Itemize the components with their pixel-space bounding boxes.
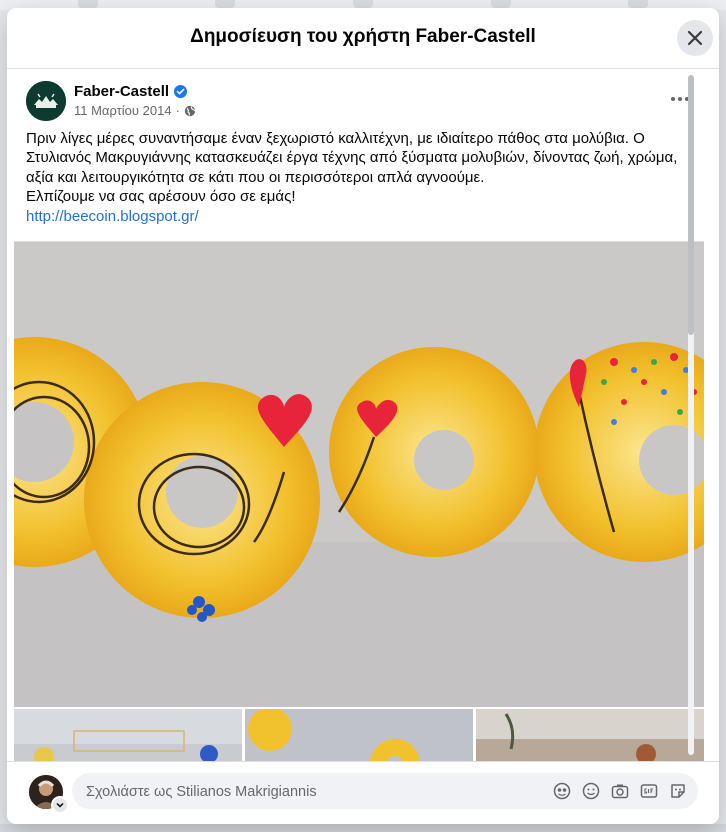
comment-input[interactable] [84, 773, 548, 811]
photo-thumbnail[interactable] [476, 709, 704, 761]
photo-button[interactable] [610, 781, 630, 801]
profile-switch-button[interactable] [51, 796, 69, 814]
gif-button[interactable] [639, 781, 659, 801]
page-name[interactable]: Faber-Castell [74, 83, 169, 100]
modal-title: Δημοσίευση του χρήστη Faber-Castell [190, 26, 536, 47]
chevron-down-icon [56, 802, 64, 808]
background-icon [78, 0, 98, 8]
post-modal: Δημοσίευση του χρήστη Faber-Castell Fabe… [7, 8, 719, 824]
post-text-paragraph: Ελπίζουμε να σας αρέσουν όσο σε εμάς! [26, 188, 296, 206]
avatar-sticker-button[interactable] [552, 781, 572, 801]
comment-actions [552, 781, 688, 801]
comment-box[interactable] [72, 773, 698, 811]
page-avatar[interactable] [26, 81, 66, 121]
sticker-icon [671, 784, 685, 798]
scrollbar-thumb[interactable] [688, 75, 694, 335]
scrollbar[interactable] [688, 75, 694, 755]
post-date[interactable]: 11 Μαρτίου 2014 [74, 103, 172, 118]
post-text-paragraph: Πριν λίγες μέρες συναντήσαμε έναν ξεχωρι… [26, 130, 678, 186]
thumbnail-image [245, 709, 473, 761]
pencil-shavings-art-image [14, 242, 704, 707]
camera-icon [611, 784, 629, 799]
sticker-button[interactable] [668, 781, 688, 801]
avatar-sticker-icon [553, 782, 571, 800]
post-main-photo[interactable] [14, 241, 704, 707]
globe-icon [184, 105, 196, 116]
close-button[interactable] [677, 20, 713, 56]
emoji-button[interactable] [581, 781, 601, 801]
faber-castell-logo-icon [26, 81, 66, 121]
meta-separator: · [175, 103, 180, 118]
modal-header: Δημοσίευση του χρήστη Faber-Castell [7, 8, 719, 69]
background-icon [215, 0, 235, 8]
photo-thumbnails [14, 709, 704, 761]
more-icon [671, 97, 689, 101]
verified-icon [174, 85, 188, 98]
photo-thumbnail[interactable] [245, 709, 473, 761]
post-scroll-area[interactable]: Faber-Castell 11 Μαρτίου 2014 · Πριν λίγ… [7, 69, 719, 761]
background-icon [628, 0, 648, 8]
comment-bar [7, 761, 719, 824]
photo-thumbnail[interactable] [14, 709, 242, 761]
background-icon [353, 0, 373, 8]
emoji-icon [582, 782, 600, 800]
post-meta: 11 Μαρτίου 2014 · [74, 103, 196, 118]
post-text: Πριν λίγες μέρες συναντήσαμε έναν ξεχωρι… [26, 129, 702, 226]
post-header: Faber-Castell 11 Μαρτίου 2014 · [14, 69, 704, 129]
background-bottom [0, 824, 726, 832]
thumbnail-image [476, 709, 704, 761]
close-icon [687, 30, 703, 46]
post-link[interactable]: http://beecoin.blogspot.gr/ [26, 207, 702, 226]
background-icon [491, 0, 511, 8]
thumbnail-image [14, 709, 242, 761]
post: Faber-Castell 11 Μαρτίου 2014 · Πριν λίγ… [14, 69, 704, 761]
page-name-row: Faber-Castell [74, 83, 188, 100]
gif-icon [640, 784, 658, 798]
